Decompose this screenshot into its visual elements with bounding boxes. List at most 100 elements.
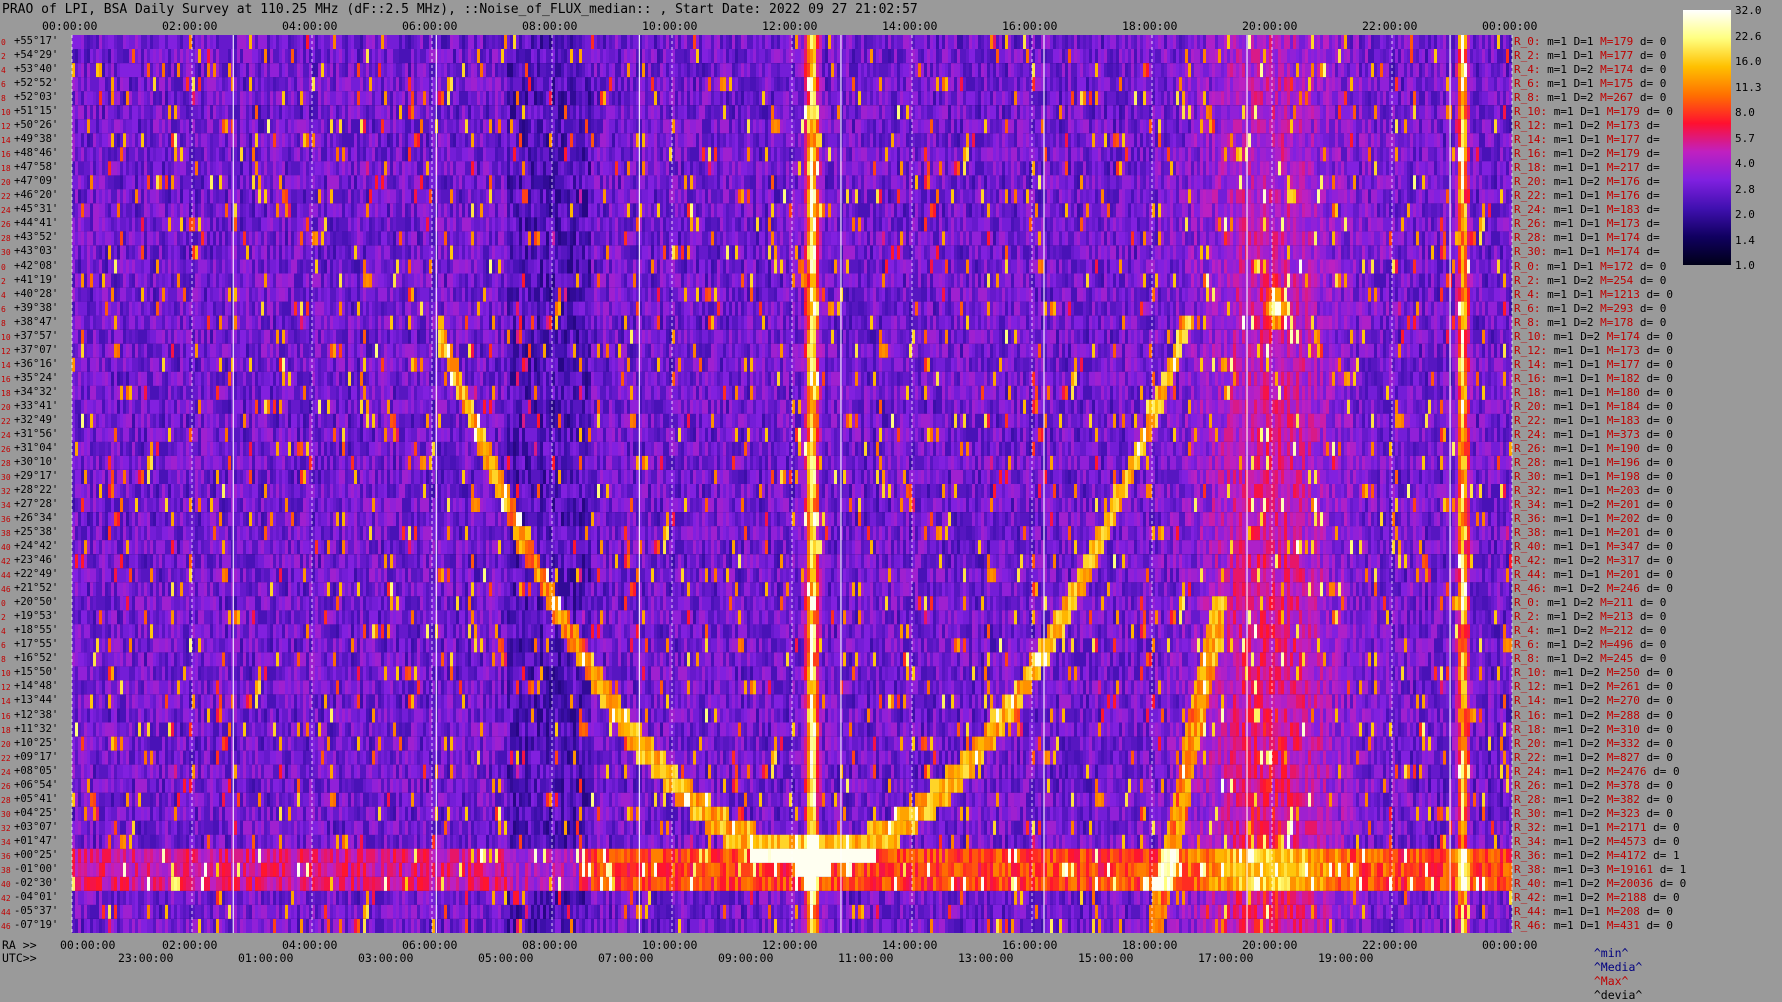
colorbar-tick-label: 5.7 (1735, 131, 1755, 145)
row-stat: R_4: m=1 D=1 M=1213 d= 0 (1514, 289, 1673, 300)
row-stat: R_14: m=1 D=2 M=270 d= 0 (1514, 695, 1673, 706)
row-min-median: m=1 D=2 (1547, 708, 1607, 722)
declination-label: +14°48' (14, 680, 59, 693)
row-min-median: m=1 D=2 (1547, 666, 1607, 680)
row-max: M=254 (1600, 273, 1634, 287)
row-devia: d= 0 (1639, 287, 1673, 301)
row-max: M=496 (1600, 638, 1634, 652)
row-min-median: m=1 D=2 (1547, 554, 1607, 568)
row-min-median: m=1 D=2 (1547, 175, 1607, 189)
top-time-tick: 22:00:00 (1362, 19, 1418, 33)
top-time-tick: 18:00:00 (1122, 19, 1178, 33)
beam-index: 2 (1, 613, 6, 623)
row-max: M=179 (1600, 35, 1634, 49)
row-stat: R_0: m=1 D=2 M=211 d= 0 (1514, 597, 1666, 608)
row-stat: R_36: m=1 D=1 M=202 d= 0 (1514, 513, 1673, 524)
row-min-median: m=1 D=1 (1547, 526, 1607, 540)
row-stat: R_36: m=1 D=2 M=4172 d= 1 (1514, 850, 1680, 861)
row-stat: R_34: m=1 D=2 M=4573 d= 0 (1514, 836, 1680, 847)
beam-index: 24 (1, 767, 11, 777)
beam-index: 16 (1, 711, 11, 721)
row-min-median: m=1 D=2 (1540, 624, 1601, 638)
row-stat: R_20: m=1 D=2 M=332 d= 0 (1514, 738, 1673, 749)
declination-label: +27°28' (14, 498, 59, 511)
beam-index: 42 (1, 557, 11, 567)
top-time-tick: 20:00:00 (1242, 19, 1298, 33)
declination-label: +06°54' (14, 778, 59, 791)
beam-index: 16 (1, 374, 11, 384)
beam-index: 10 (1, 669, 11, 679)
row-stat: R_10: m=1 D=1 M=179 d= 0 (1514, 106, 1673, 117)
beam-index: 0 (1, 599, 6, 609)
row-devia: d= 0 (1639, 441, 1673, 455)
beam-index: 36 (1, 851, 11, 861)
row-id: R_8: (1514, 315, 1541, 329)
row-max: M=1213 (1600, 287, 1640, 301)
declination-label: +04°25' (14, 806, 59, 819)
row-min-median: m=1 D=1 (1547, 343, 1607, 357)
beam-index: 12 (1, 346, 11, 356)
row-devia: d= 0 (1633, 652, 1667, 666)
ra-tick: 14:00:00 (882, 938, 938, 952)
beam-index: 34 (1, 501, 11, 511)
colorbar-tick-label: 2.8 (1735, 182, 1755, 196)
row-devia: d= (1639, 245, 1660, 259)
row-max: M=196 (1606, 455, 1640, 469)
legend-devia: ^devia^ (1593, 988, 1643, 1002)
row-stat: R_18: m=1 D=1 M=217 d= (1514, 162, 1660, 173)
row-min-median: m=1 D=2 (1540, 652, 1601, 666)
declination-label: +45°31' (14, 203, 59, 216)
declination-label: -04°01' (14, 890, 59, 903)
row-max: M=288 (1606, 708, 1640, 722)
declination-label: +01°47' (14, 834, 59, 847)
row-id: R_18: (1514, 161, 1548, 175)
row-min-median: m=1 D=1 (1547, 484, 1607, 498)
declination-label: +41°19' (14, 273, 59, 286)
row-max: M=373 (1606, 427, 1640, 441)
row-stat: R_40: m=1 D=2 M=20036 d= 0 (1514, 878, 1686, 889)
ra-tick: 22:00:00 (1362, 938, 1418, 952)
beam-index: 2 (1, 276, 6, 286)
row-min-median: m=1 D=1 (1547, 540, 1607, 554)
declination-label: +23°46' (14, 554, 59, 567)
row-stat: R_12: m=1 D=2 M=173 d= (1514, 120, 1660, 131)
row-id: R_24: (1514, 427, 1548, 441)
declination-label: +36°16' (14, 357, 59, 370)
row-stat: R_8: m=1 D=2 M=178 d= 0 (1514, 317, 1666, 328)
row-devia: d= (1639, 189, 1660, 203)
row-max: M=174 (1600, 63, 1634, 77)
declination-label: +11°32' (14, 722, 59, 735)
declination-label: +13°44' (14, 694, 59, 707)
row-devia: d= 0 (1633, 35, 1667, 49)
ra-tick: 12:00:00 (762, 938, 818, 952)
declination-label: +47°09' (14, 175, 59, 188)
row-id: R_20: (1514, 736, 1548, 750)
row-id: R_18: (1514, 722, 1548, 736)
row-devia: d= 0 (1633, 91, 1667, 105)
beam-index: 26 (1, 444, 11, 454)
row-devia: d= 0 (1639, 427, 1673, 441)
row-id: R_28: (1514, 455, 1548, 469)
row-id: R_28: (1514, 792, 1548, 806)
row-max: M=317 (1606, 554, 1640, 568)
row-max: M=178 (1600, 315, 1634, 329)
row-max: M=20036 (1606, 876, 1654, 890)
beam-index: 20 (1, 739, 11, 749)
row-id: R_10: (1514, 105, 1548, 119)
beam-index: 32 (1, 823, 11, 833)
row-id: R_0: (1514, 259, 1541, 273)
row-min-median: m=1 D=2 (1540, 63, 1601, 77)
row-max: M=261 (1606, 680, 1640, 694)
row-id: R_26: (1514, 778, 1548, 792)
colorbar-tick-label: 32.0 (1735, 4, 1762, 17)
row-id: R_44: (1514, 568, 1548, 582)
row-id: R_12: (1514, 119, 1548, 133)
declination-label: -05°37' (14, 904, 59, 917)
row-max: M=172 (1600, 259, 1634, 273)
row-id: R_6: (1514, 301, 1541, 315)
top-time-tick: 00:00:00 (1482, 19, 1538, 33)
row-id: R_12: (1514, 343, 1548, 357)
row-max: M=246 (1606, 582, 1640, 596)
declination-label: +52°52' (14, 77, 59, 90)
beam-index: 12 (1, 122, 11, 132)
